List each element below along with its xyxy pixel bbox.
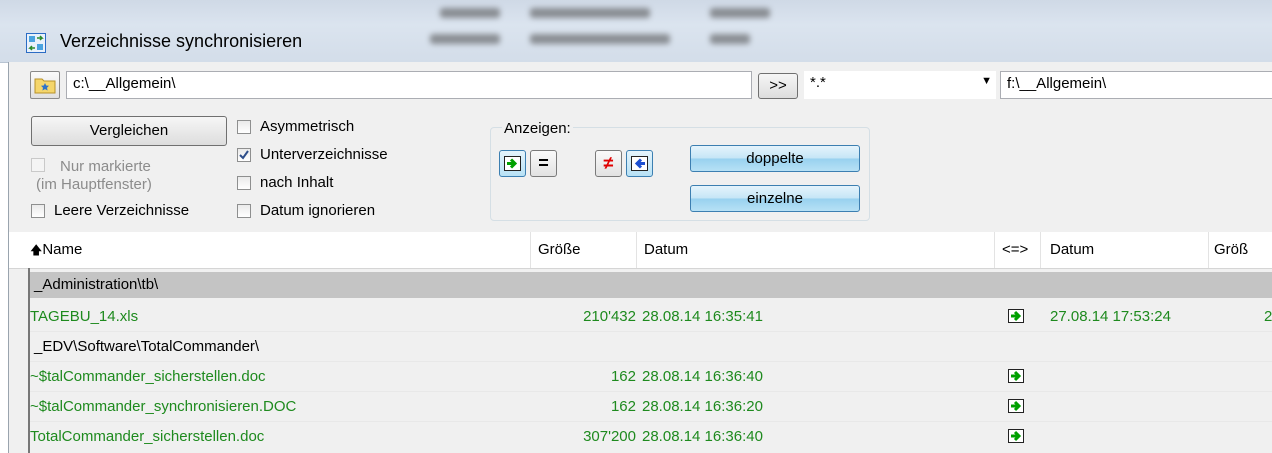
table-row[interactable]: ~$talCommander_sicherstellen.doc — [30, 364, 530, 390]
arrow-right-icon — [504, 156, 521, 171]
sync-app-icon — [26, 33, 46, 53]
file-size-right: 2 — [1264, 308, 1272, 325]
file-filter-value: *.* — [810, 74, 826, 91]
file-size: 162 — [610, 398, 636, 415]
asymmetric-checkbox[interactable] — [237, 120, 251, 134]
file-date-right: 27.08.14 17:53:24 — [1050, 308, 1171, 325]
row-divider — [30, 361, 1272, 362]
column-date[interactable]: Datum — [644, 232, 688, 268]
column-separator[interactable] — [636, 232, 637, 268]
swap-button[interactable]: >> — [758, 73, 798, 99]
column-size[interactable]: Größe — [538, 232, 581, 268]
right-path-input[interactable]: f:\__Allgemein\ — [1000, 71, 1272, 99]
file-filter-combo[interactable]: *.* ▼ — [804, 71, 996, 99]
show-duplicates-button[interactable]: doppelte — [690, 145, 860, 172]
subdirs-checkbox[interactable] — [237, 148, 251, 162]
ignore-date-checkbox[interactable] — [237, 204, 251, 218]
file-name: TAGEBU_14.xls — [30, 308, 139, 325]
show-label: Anzeigen: — [502, 120, 573, 137]
subdirs-label: Unterverzeichnisse — [260, 146, 388, 163]
show-right-to-left-button[interactable] — [626, 150, 653, 177]
file-name: ~$talCommander_sicherstellen.doc — [30, 368, 266, 385]
file-date: 28.08.14 16:36:40 — [642, 368, 763, 385]
asymmetric-label: Asymmetrisch — [260, 118, 355, 135]
show-notequal-button[interactable]: ≠ — [595, 150, 622, 177]
chevron-down-icon[interactable]: ▼ — [981, 75, 992, 87]
ignore-date-label: Datum ignorieren — [260, 202, 376, 219]
blurred-background-region — [420, 0, 860, 60]
file-date: 28.08.14 16:36:40 — [642, 428, 763, 445]
file-name: ~$talCommander_synchronisieren.DOC — [30, 398, 297, 415]
compare-button[interactable]: Vergleichen — [31, 116, 227, 146]
only-marked-checkbox[interactable] — [31, 158, 45, 172]
table-row[interactable]: TotalCommander_sicherstellen.doc — [30, 424, 530, 450]
file-name: TotalCommander_sicherstellen.doc — [30, 428, 265, 445]
only-marked-sublabel: (im Hauptfenster) — [36, 176, 152, 193]
arrow-right-icon[interactable] — [1008, 309, 1024, 323]
folder-browse-button[interactable] — [30, 71, 60, 99]
arrow-right-icon[interactable] — [1008, 429, 1024, 443]
by-content-label: nach Inhalt — [260, 174, 334, 191]
show-left-to-right-button[interactable] — [499, 150, 526, 177]
column-separator[interactable] — [1040, 232, 1041, 268]
column-separator[interactable] — [994, 232, 995, 268]
row-divider — [30, 331, 1272, 332]
arrow-right-icon[interactable] — [1008, 399, 1024, 413]
file-size: 307'200 — [583, 428, 636, 445]
column-date-right[interactable]: Datum — [1050, 232, 1094, 268]
column-size-right[interactable]: Größ — [1214, 232, 1248, 268]
arrow-left-icon — [631, 156, 648, 171]
file-size: 162 — [610, 368, 636, 385]
empty-dirs-label: Leere Verzeichnisse — [54, 202, 190, 219]
empty-dirs-checkbox[interactable] — [31, 204, 45, 218]
show-singles-button[interactable]: einzelne — [690, 185, 860, 212]
folder-icon — [34, 78, 56, 94]
group-path: _Administration\tb\ — [34, 276, 159, 293]
file-date: 28.08.14 16:35:41 — [642, 308, 763, 325]
show-equal-button[interactable]: = — [530, 150, 557, 177]
left-path-input[interactable]: c:\__Allgemein\ — [66, 71, 752, 99]
only-marked-label: Nur markierte — [60, 158, 151, 175]
by-content-checkbox[interactable] — [237, 176, 251, 190]
window-title: Verzeichnisse synchronisieren — [60, 31, 303, 51]
group-row[interactable]: _Administration\tb\ — [30, 272, 1272, 298]
checkmark-icon — [239, 150, 249, 160]
column-separator[interactable] — [1208, 232, 1209, 268]
file-size: 210'432 — [583, 308, 636, 325]
row-divider — [30, 391, 1272, 392]
group-path: _EDV\Software\TotalCommander\ — [34, 338, 260, 355]
table-row[interactable]: ~$talCommander_synchronisieren.DOC — [30, 394, 530, 420]
column-name[interactable]: 🡅Name — [30, 232, 82, 268]
row-divider — [30, 421, 1272, 422]
file-date: 28.08.14 16:36:20 — [642, 398, 763, 415]
column-direction[interactable]: <=> — [1002, 232, 1028, 268]
sort-up-arrow-icon: 🡅 — [30, 243, 43, 257]
arrow-right-icon[interactable] — [1008, 369, 1024, 383]
column-separator[interactable] — [530, 232, 531, 268]
group-row[interactable]: _EDV\Software\TotalCommander\ — [30, 334, 1272, 360]
